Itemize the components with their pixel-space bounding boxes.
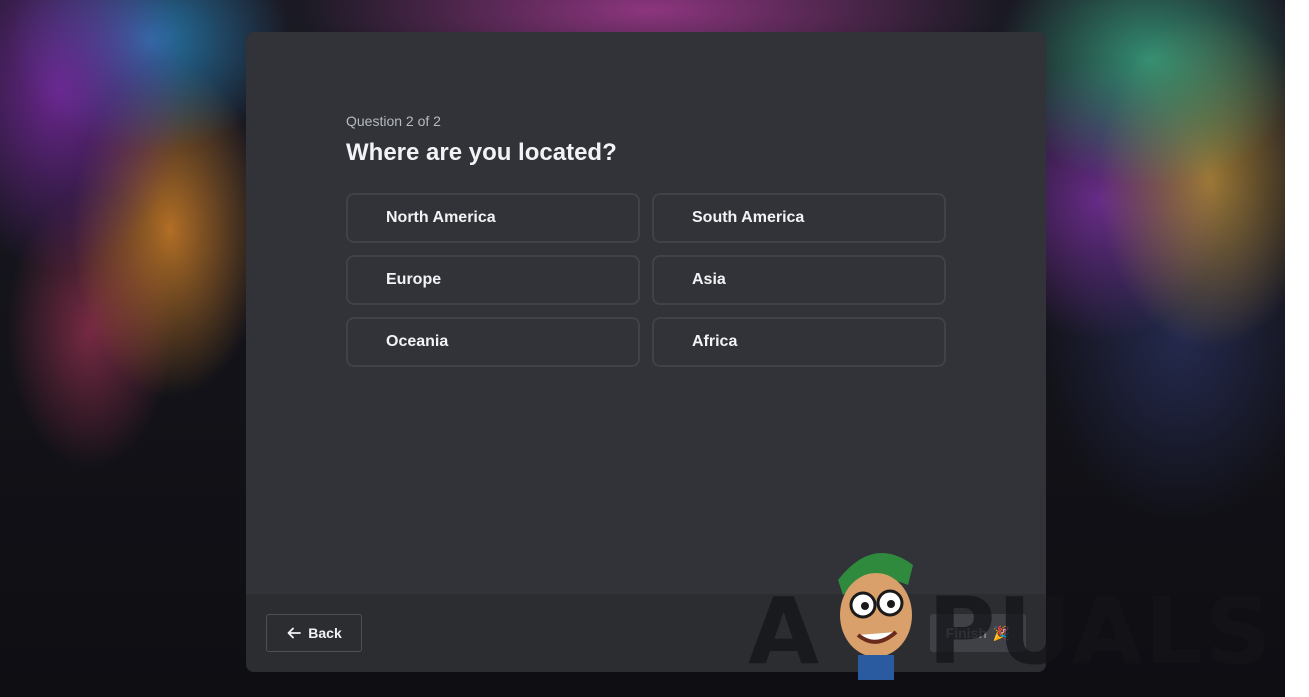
back-label: Back [308, 625, 342, 641]
party-popper-icon: 🎉 [992, 624, 1011, 641]
question-counter: Question 2 of 2 [346, 113, 441, 129]
back-button[interactable]: Back [266, 614, 362, 652]
finish-label: Finish [945, 625, 987, 641]
question-content: Question 2 of 2 Where are you located? N… [346, 112, 946, 367]
option-europe[interactable]: Europe [346, 255, 640, 305]
option-label: Africa [692, 333, 738, 350]
onboarding-question-modal: Question 2 of 2 Where are you located? N… [246, 32, 1046, 672]
option-label: North America [386, 209, 496, 226]
answer-options: North America South America Europe Asia … [346, 193, 946, 367]
option-oceania[interactable]: Oceania [346, 317, 640, 367]
modal-footer: Back Finish 🎉 [246, 594, 1046, 672]
question-title: Where are you located? [346, 139, 617, 166]
arrow-left-icon [287, 627, 302, 639]
option-label: Oceania [386, 333, 449, 350]
screen-edge [1285, 0, 1309, 697]
option-label: South America [692, 209, 805, 226]
option-south-america[interactable]: South America [652, 193, 946, 243]
finish-button[interactable]: Finish 🎉 [930, 614, 1026, 652]
option-north-america[interactable]: North America [346, 193, 640, 243]
option-asia[interactable]: Asia [652, 255, 946, 305]
desktop-background: Question 2 of 2 Where are you located? N… [0, 0, 1309, 697]
option-label: Europe [386, 271, 442, 288]
option-africa[interactable]: Africa [652, 317, 946, 367]
option-label: Asia [692, 271, 726, 288]
